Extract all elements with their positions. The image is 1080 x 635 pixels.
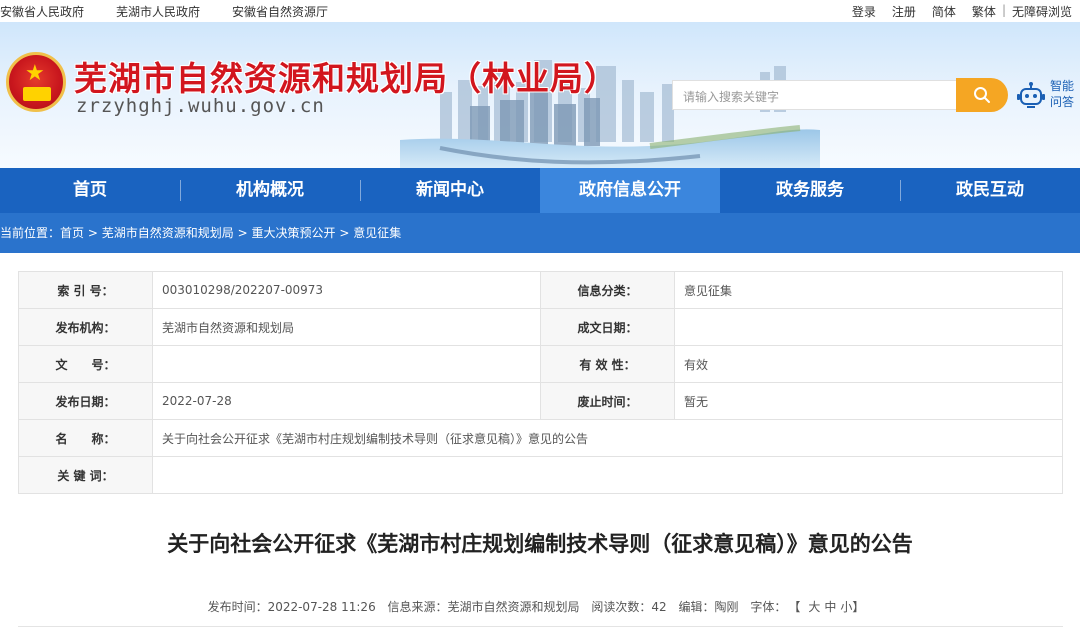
index-number-value: 003010298/202207-00973: [152, 271, 541, 309]
font-size-controls: 字体： 【大中小】: [750, 600, 864, 614]
nav-item-news[interactable]: 新闻中心: [360, 168, 540, 213]
register-link[interactable]: 注册: [892, 3, 916, 20]
government-links: 安徽省人民政府 芜湖市人民政府 安徽省自然资源厅: [0, 3, 360, 20]
publisher-value: 芜湖市自然资源和规划局: [152, 308, 541, 346]
article-info: 发布时间：2022-07-28 11:26 信息来源：芜湖市自然资源和规划局 阅…: [0, 598, 1080, 615]
font-size-small-button[interactable]: 小: [840, 600, 852, 614]
breadcrumb-bureau[interactable]: 芜湖市自然资源和规划局: [102, 226, 234, 240]
nav-item-info-disclosure[interactable]: 政府信息公开: [540, 168, 720, 213]
editor: 编辑：陶刚: [678, 600, 739, 614]
national-emblem-icon: ★: [6, 52, 66, 112]
category-value: 意见征集: [674, 271, 1063, 309]
publish-date-label: 发布日期：: [18, 382, 153, 420]
font-bracket-close: 】: [852, 600, 865, 614]
breadcrumb-home[interactable]: 首页: [60, 226, 84, 240]
document-info-table: 索 引 号： 003010298/202207-00973 信息分类： 意见征集…: [18, 271, 1063, 494]
document-number-value: [152, 345, 541, 383]
publish-time: 发布时间：2022-07-28 11:26: [207, 600, 376, 614]
info-source: 信息来源：芜湖市自然资源和规划局: [387, 600, 580, 614]
divider-line: [18, 626, 1063, 627]
font-bracket-open: 【: [794, 600, 801, 614]
accessible-browsing-link[interactable]: 无障碍浏览: [1012, 3, 1072, 20]
search-input[interactable]: 请输入搜索关键字: [672, 80, 956, 110]
table-row: 名 称： 关于向社会公开征求《芜湖市村庄规划编制技术导则（征求意见稿）》意见的公…: [18, 419, 1063, 457]
validity-label: 有 效 性：: [540, 345, 675, 383]
link-anhui-natural-resources[interactable]: 安徽省自然资源厅: [232, 3, 328, 20]
search-button[interactable]: [956, 78, 1008, 112]
keywords-label: 关 键 词：: [18, 456, 153, 494]
table-row: 文 号： 有 效 性： 有效: [18, 345, 1063, 383]
table-row: 发布日期： 2022-07-28 废止时间： 暂无: [18, 382, 1063, 420]
keywords-value: [152, 456, 1063, 494]
validity-value: 有效: [674, 345, 1063, 383]
font-size-large-button[interactable]: 大: [808, 600, 820, 614]
traditional-chinese-link[interactable]: 繁体: [972, 3, 996, 20]
divider: |: [1001, 3, 1006, 17]
header-banner: ★ 芜湖市自然资源和规划局（林业局） zrzyhghj.wuhu.gov.cn …: [0, 22, 1080, 168]
expiry-value: 暂无: [674, 382, 1063, 420]
index-number-label: 索 引 号：: [18, 271, 153, 309]
simplified-chinese-link[interactable]: 简体: [932, 3, 956, 20]
link-anhui-gov[interactable]: 安徽省人民政府: [0, 3, 84, 20]
link-wuhu-gov[interactable]: 芜湖市人民政府: [116, 3, 200, 20]
smart-qa-link[interactable]: 智能问答: [1050, 78, 1078, 110]
table-row: 索 引 号： 003010298/202207-00973 信息分类： 意见征集: [18, 271, 1063, 309]
font-size-medium-button[interactable]: 中: [824, 600, 836, 614]
category-label: 信息分类：: [540, 271, 675, 309]
site-title: 芜湖市自然资源和规划局（林业局）: [74, 59, 618, 98]
robot-icon[interactable]: [1016, 82, 1046, 110]
name-value: 关于向社会公开征求《芜湖市村庄规划编制技术导则（征求意见稿）》意见的公告: [152, 419, 1063, 457]
read-count: 阅读次数：42: [591, 600, 667, 614]
article-title: 关于向社会公开征求《芜湖市村庄规划编制技术导则（征求意见稿）》意见的公告: [167, 532, 913, 556]
site-domain: zrzyhghj.wuhu.gov.cn: [76, 95, 325, 117]
table-row: 发布机构： 芜湖市自然资源和规划局 成文日期：: [18, 308, 1063, 346]
top-links-bar: 安徽省人民政府 芜湖市人民政府 安徽省自然资源厅 登录 注册 简体 繁体 | 无…: [0, 0, 1080, 22]
nav-item-services[interactable]: 政务服务: [720, 168, 900, 213]
breadcrumb-separator: >: [339, 226, 350, 240]
table-row: 关 键 词：: [18, 456, 1063, 494]
name-label: 名 称：: [18, 419, 153, 457]
breadcrumb: 当前位置：首页 > 芜湖市自然资源和规划局 > 重大决策预公开 > 意见征集: [0, 213, 1080, 253]
breadcrumb-decision-preview[interactable]: 重大决策预公开: [251, 226, 335, 240]
breadcrumb-label: 当前位置：: [0, 226, 61, 240]
user-links: 登录 注册 简体 繁体 | 无障碍浏览: [852, 3, 1072, 20]
breadcrumb-separator: >: [87, 226, 98, 240]
created-date-value: [674, 308, 1063, 346]
breadcrumb-current[interactable]: 意见征集: [353, 226, 401, 240]
nav-item-organization[interactable]: 机构概况: [180, 168, 360, 213]
breadcrumb-separator: >: [237, 226, 248, 240]
publish-date-value: 2022-07-28: [152, 382, 541, 420]
publisher-label: 发布机构：: [18, 308, 153, 346]
font-size-label: 字体：: [750, 600, 787, 614]
login-link[interactable]: 登录: [852, 3, 876, 20]
main-nav: 首页 机构概况 新闻中心 政府信息公开 政务服务 政民互动: [0, 168, 1080, 213]
created-date-label: 成文日期：: [540, 308, 675, 346]
document-number-label: 文 号：: [18, 345, 153, 383]
search-icon: [974, 87, 990, 103]
nav-item-home[interactable]: 首页: [0, 168, 180, 213]
expiry-label: 废止时间：: [540, 382, 675, 420]
nav-item-interaction[interactable]: 政民互动: [900, 168, 1080, 213]
